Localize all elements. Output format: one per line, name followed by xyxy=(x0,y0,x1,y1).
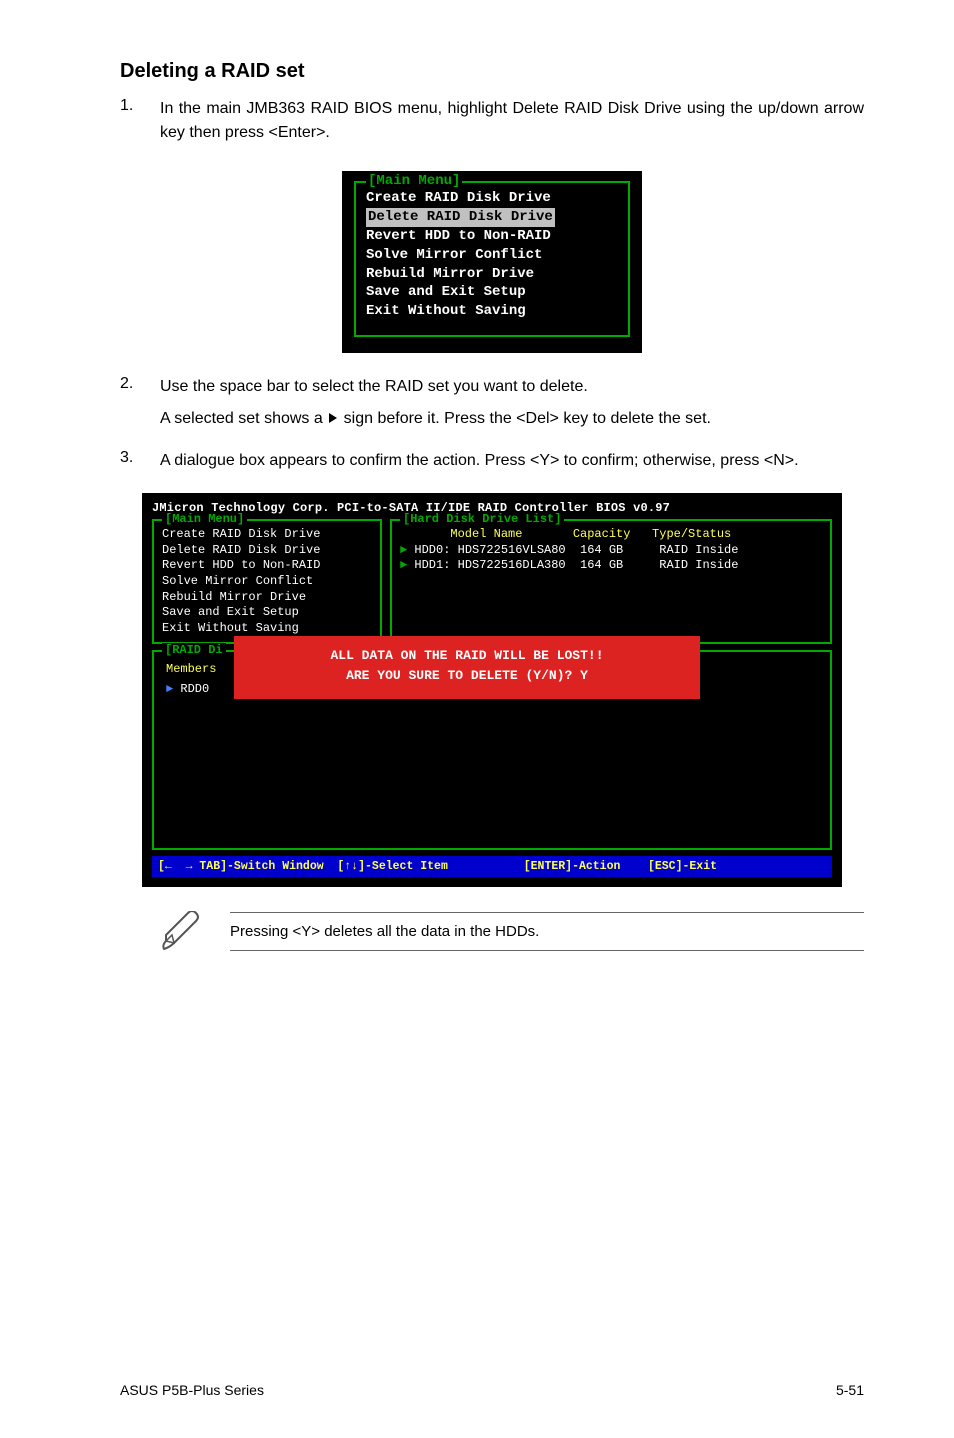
note-pencil-icon xyxy=(160,911,208,951)
bios-small-menu: [Main Menu] Create RAID Disk DriveDelete… xyxy=(120,171,864,353)
bios-raid-panel: [RAID Di Members ► RDD0 ALL DATA ON THE … xyxy=(152,650,832,850)
step-2: 2. Use the space bar to select the RAID … xyxy=(120,375,864,439)
bios-small-item: Save and Exit Setup xyxy=(366,283,618,302)
footer-right: 5-51 xyxy=(836,1382,864,1398)
bios-hdd-header: Model Name Capacity Type/Status xyxy=(400,527,822,543)
bios-small-item: Revert HDD to Non-RAID xyxy=(366,227,618,246)
triangle-icon xyxy=(329,413,337,423)
bios-small-item: Solve Mirror Conflict xyxy=(366,246,618,265)
bios-main-menu-item: Save and Exit Setup xyxy=(162,605,372,621)
bios-small-item: Rebuild Mirror Drive xyxy=(366,265,618,284)
bios-small-item: Delete RAID Disk Drive xyxy=(366,208,618,227)
bios-rdd-label: RDD0 xyxy=(180,682,209,696)
step-2-line1: Use the space bar to select the RAID set… xyxy=(160,375,864,399)
bios-hdd-panel: [Hard Disk Drive List] Model Name Capaci… xyxy=(390,519,832,644)
page-footer: ASUS P5B-Plus Series 5-51 xyxy=(120,1342,864,1398)
steps-list: 1. In the main JMB363 RAID BIOS menu, hi… xyxy=(120,97,864,153)
bios-main-menu-item: Rebuild Mirror Drive xyxy=(162,590,372,606)
bios-main-menu-title: [Main Menu] xyxy=(162,512,247,528)
bios-hdd1: HDD1: HDS722516DLA380 164 GB RAID Inside xyxy=(414,558,738,572)
bios-main-menu-panel: [Main Menu] Create RAID Disk DriveDelete… xyxy=(152,519,382,644)
note-callout: Pressing <Y> deletes all the data in the… xyxy=(160,911,864,951)
bios-hdd-row: ► HDD0: HDS722516VLSA80 164 GB RAID Insi… xyxy=(400,543,822,559)
steps-list-cont: 2. Use the space bar to select the RAID … xyxy=(120,375,864,481)
bios-main-menu-item: Revert HDD to Non-RAID xyxy=(162,558,372,574)
bios-main-menu-item: Create RAID Disk Drive xyxy=(162,527,372,543)
bios-hdd-row: ► HDD1: HDS722516DLA380 164 GB RAID Insi… xyxy=(400,558,822,574)
bios-small-item: Exit Without Saving xyxy=(366,302,618,321)
bios-raid-title: [RAID Di xyxy=(162,643,226,657)
step-1-text: In the main JMB363 RAID BIOS menu, highl… xyxy=(160,97,864,145)
step-2-line2b: sign before it. Press the <Del> key to d… xyxy=(339,410,711,427)
bios-large-screenshot: JMicron Technology Corp. PCI-to-SATA II/… xyxy=(120,493,864,887)
bios-confirm-line1: ALL DATA ON THE RAID WILL BE LOST!! xyxy=(242,646,692,666)
bios-confirm-dialog: ALL DATA ON THE RAID WILL BE LOST!! ARE … xyxy=(234,636,700,699)
step-2-line2: A selected set shows a sign before it. P… xyxy=(160,407,864,431)
bios-hdd-title: [Hard Disk Drive List] xyxy=(400,512,564,528)
step-number: 2. xyxy=(120,375,160,439)
note-text: Pressing <Y> deletes all the data in the… xyxy=(230,912,864,951)
step-1: 1. In the main JMB363 RAID BIOS menu, hi… xyxy=(120,97,864,153)
bios-footer-bar: [← → TAB]-Switch Window [↑↓]-Select Item… xyxy=(152,856,832,877)
step-2-line2a: A selected set shows a xyxy=(160,410,327,427)
section-title: Deleting a RAID set xyxy=(120,60,864,83)
bios-hdd0: HDD0: HDS722516VLSA80 164 GB RAID Inside xyxy=(414,543,738,557)
step-3: 3. A dialogue box appears to confirm the… xyxy=(120,449,864,481)
step-number: 3. xyxy=(120,449,160,481)
bios-small-item: Create RAID Disk Drive xyxy=(366,189,618,208)
bios-main-menu-item: Delete RAID Disk Drive xyxy=(162,543,372,559)
step-3-text: A dialogue box appears to confirm the ac… xyxy=(160,449,864,473)
step-number: 1. xyxy=(120,97,160,153)
bios-main-menu-item: Solve Mirror Conflict xyxy=(162,574,372,590)
bios-confirm-line2: ARE YOU SURE TO DELETE (Y/N)? Y xyxy=(242,666,692,686)
bios-main-menu-item: Exit Without Saving xyxy=(162,621,372,637)
footer-left: ASUS P5B-Plus Series xyxy=(120,1382,264,1398)
bios-small-title: [Main Menu] xyxy=(366,173,462,189)
